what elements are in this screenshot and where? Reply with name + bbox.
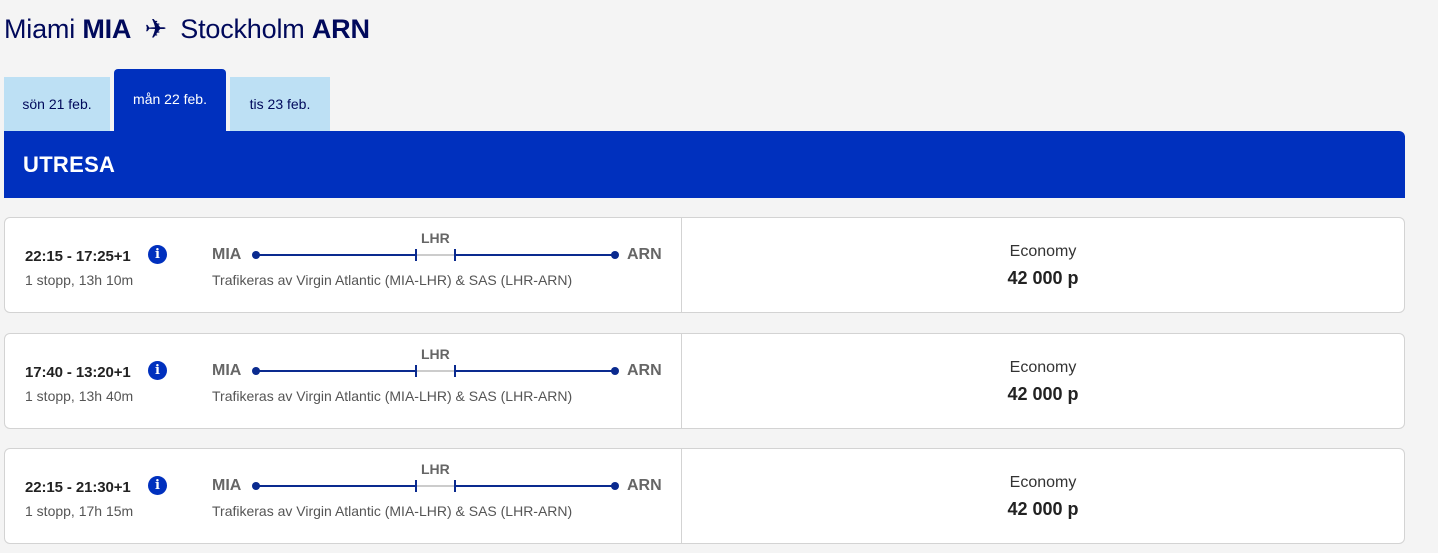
flight-card[interactable]: 22:15 - 17:25+1 i 1 stopp, 13h 10m MIA L…: [4, 217, 1405, 313]
route-segment-line: [256, 485, 416, 487]
plane-icon: ✈: [144, 14, 168, 44]
card-divider: [681, 334, 682, 428]
route-segment-line: [256, 370, 416, 372]
origin-city: Miami: [4, 14, 75, 44]
flight-price: 42 000 p: [1007, 384, 1079, 404]
flight-duration: 1 stopp, 13h 10m: [25, 272, 134, 288]
operator-text: Trafikeras av Virgin Atlantic (MIA-LHR) …: [212, 503, 573, 519]
card-divider: [681, 449, 682, 543]
route-origin: MIA: [212, 362, 242, 379]
route-segment-line: [455, 485, 615, 487]
info-icon[interactable]: i: [148, 476, 167, 495]
route-segment-line: [455, 254, 615, 256]
layover-line: [416, 254, 455, 256]
layover-tick: [454, 249, 456, 261]
flight-times: 17:40 - 13:20+1: [25, 364, 131, 381]
origin-code: MIA: [82, 14, 132, 44]
flight-times: 22:15 - 21:30+1: [25, 479, 131, 496]
route-title: Miami MIA ✈ Stockholm ARN: [4, 14, 370, 45]
operator-text: Trafikeras av Virgin Atlantic (MIA-LHR) …: [212, 272, 573, 288]
route-origin: MIA: [212, 477, 242, 494]
cabin-class: Economy: [1009, 359, 1077, 376]
flight-card[interactable]: 22:15 - 21:30+1 i 1 stopp, 17h 15m MIA L…: [4, 448, 1405, 544]
layover-line: [416, 485, 455, 487]
layover-tick: [415, 480, 417, 492]
route-segment-line: [256, 254, 416, 256]
layover-tick: [415, 249, 417, 261]
route-origin: MIA: [212, 246, 242, 263]
route-destination: ARN: [627, 362, 662, 379]
route-end-dot: [611, 251, 619, 259]
flight-card[interactable]: 17:40 - 13:20+1 i 1 stopp, 13h 40m MIA L…: [4, 333, 1405, 429]
route-start-dot: [252, 482, 260, 490]
flight-price: 42 000 p: [1007, 499, 1079, 519]
info-icon[interactable]: i: [148, 361, 167, 380]
layover-tick: [415, 365, 417, 377]
flight-search-page: Miami MIA ✈ Stockholm ARN sön 21 feb. må…: [0, 0, 1438, 553]
route-start-dot: [252, 367, 260, 375]
route-via: LHR: [421, 461, 450, 477]
destination-code: ARN: [311, 14, 370, 44]
section-title: UTRESA: [23, 152, 116, 177]
info-icon[interactable]: i: [148, 245, 167, 264]
operator-text: Trafikeras av Virgin Atlantic (MIA-LHR) …: [212, 388, 573, 404]
route-via: LHR: [421, 346, 450, 362]
route-via: LHR: [421, 230, 450, 246]
tab-date-mon-22[interactable]: mån 22 feb.: [114, 69, 226, 131]
route-destination: ARN: [627, 477, 662, 494]
cabin-class: Economy: [1009, 243, 1077, 260]
layover-line: [416, 370, 455, 372]
cabin-class: Economy: [1009, 474, 1077, 491]
route-destination: ARN: [627, 246, 662, 263]
route-end-dot: [611, 482, 619, 490]
tab-date-tue-23[interactable]: tis 23 feb.: [230, 77, 330, 131]
flight-times: 22:15 - 17:25+1: [25, 248, 131, 265]
destination-city: Stockholm: [180, 14, 305, 44]
section-banner: UTRESA: [4, 131, 1405, 198]
flight-duration: 1 stopp, 17h 15m: [25, 503, 134, 519]
route-segment-line: [455, 370, 615, 372]
route-end-dot: [611, 367, 619, 375]
tab-date-sun-21[interactable]: sön 21 feb.: [4, 77, 110, 131]
flight-price: 42 000 p: [1007, 268, 1079, 288]
layover-tick: [454, 480, 456, 492]
card-divider: [681, 218, 682, 312]
route-start-dot: [252, 251, 260, 259]
layover-tick: [454, 365, 456, 377]
flight-duration: 1 stopp, 13h 40m: [25, 388, 134, 404]
